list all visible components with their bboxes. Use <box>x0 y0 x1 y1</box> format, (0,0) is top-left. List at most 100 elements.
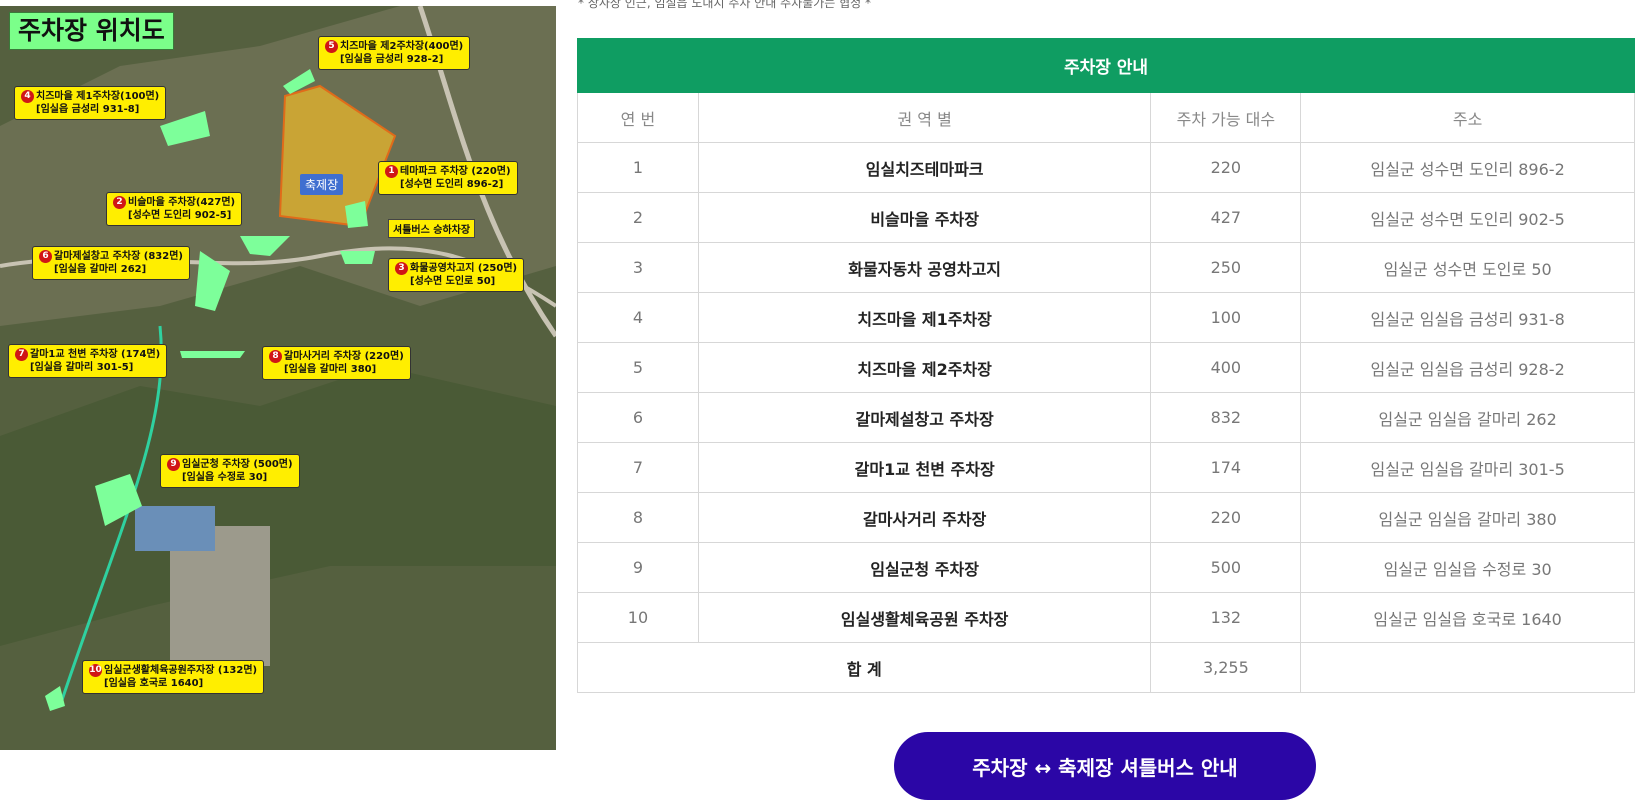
marker-number: 6 <box>39 250 52 263</box>
callout-address: [성수면 도인리 896-2] <box>400 179 504 190</box>
row-parking-name: 비슬마을 주차장 <box>697 192 1152 243</box>
map-callout: 6 갈마제설창고 주차장 (832면) [임실읍 갈마리 262] <box>32 246 190 280</box>
table-row: 2 비슬마을 주차장 427 임실군 성수면 도인리 902-5 <box>577 192 1635 243</box>
row-parking-name: 치즈마을 제2주차장 <box>697 342 1152 393</box>
row-number: 5 <box>577 342 699 393</box>
row-address: 임실군 성수면 도인리 896-2 <box>1300 142 1635 193</box>
table-row: 9 임실군청 주차장 500 임실군 임실읍 수정로 30 <box>577 542 1635 593</box>
column-header-capacity: 주차 가능 대수 <box>1150 92 1302 143</box>
row-parking-name: 임실치즈테마파크 <box>697 142 1152 193</box>
top-note: * 장사장 인근, 임실읍 도내지 주차 안내 주차불가는 협정 * <box>578 0 872 10</box>
callout-address: [임실읍 금성리 931-8] <box>36 104 140 115</box>
map-callout: 1 테마파크 주차장 (220면) [성수면 도인리 896-2] <box>378 161 518 195</box>
row-address: 임실군 임실읍 금성리 931-8 <box>1300 292 1635 343</box>
row-capacity: 400 <box>1150 342 1302 393</box>
table-row: 1 임실치즈테마파크 220 임실군 성수면 도인리 896-2 <box>577 142 1635 193</box>
row-parking-name: 임실생활체육공원 주차장 <box>697 592 1152 643</box>
map-callout: 8 갈마사거리 주차장 (220면) [임실읍 갈마리 380] <box>262 346 411 380</box>
row-address: 임실군 임실읍 갈마리 301-5 <box>1300 442 1635 493</box>
table-row: 8 갈마사거리 주차장 220 임실군 임실읍 갈마리 380 <box>577 492 1635 543</box>
parking-info-table: 주차장 안내 연 번 권 역 별 주차 가능 대수 주소 1 임실치즈테마파크 … <box>576 38 1635 693</box>
marker-number: 4 <box>21 90 34 103</box>
row-address: 임실군 임실읍 갈마리 262 <box>1300 392 1635 443</box>
row-capacity: 220 <box>1150 142 1302 193</box>
table-row: 10 임실생활체육공원 주차장 132 임실군 임실읍 호국로 1640 <box>577 592 1635 643</box>
callout-address: [임실읍 금성리 928-2] <box>340 54 444 65</box>
callout-name: 임실군생활체육공원주자장 (132면) <box>104 665 258 676</box>
callout-address: [임실읍 갈마리 301-5] <box>30 362 134 373</box>
row-capacity: 250 <box>1150 242 1302 293</box>
row-capacity: 132 <box>1150 592 1302 643</box>
callout-name: 테마파크 주차장 (220면) <box>400 166 511 177</box>
map-callout: 2 비슬마을 주차장(427면) [성수면 도인리 902-5] <box>106 192 243 226</box>
row-address: 임실군 성수면 도인리 902-5 <box>1300 192 1635 243</box>
row-number: 6 <box>577 392 699 443</box>
total-capacity: 3,255 <box>1150 642 1302 693</box>
row-number: 1 <box>577 142 699 193</box>
marker-number: 8 <box>269 350 282 363</box>
table-title: 주차장 안내 <box>577 38 1635 93</box>
row-capacity: 174 <box>1150 442 1302 493</box>
parking-location-map: 주차장 위치도 축제장 셔틀버스 승하차장 1 테마파크 주차장 (220면) [… <box>0 6 556 750</box>
callout-name: 갈마사거리 주차장 (220면) <box>284 351 404 362</box>
total-address-empty <box>1300 642 1635 693</box>
row-parking-name: 치즈마을 제1주차장 <box>697 292 1152 343</box>
map-callout: 3 화물공영차고지 (250면) [성수면 도인로 50] <box>388 258 525 292</box>
callout-name: 치즈마을 제1주차장(100면) <box>36 91 160 102</box>
table-row: 5 치즈마을 제2주차장 400 임실군 임실읍 금성리 928-2 <box>577 342 1635 393</box>
callout-address: [임실읍 호국로 1640] <box>104 678 204 689</box>
row-parking-name: 갈마사거리 주차장 <box>697 492 1152 543</box>
callout-name: 화물공영차고지 (250면) <box>410 263 518 274</box>
marker-number: 10 <box>89 664 102 677</box>
row-number: 8 <box>577 492 699 543</box>
marker-number: 2 <box>113 196 126 209</box>
callout-address: [임실읍 갈마리 262] <box>54 264 147 275</box>
row-number: 10 <box>577 592 699 643</box>
row-number: 3 <box>577 242 699 293</box>
row-address: 임실군 임실읍 갈마리 380 <box>1300 492 1635 543</box>
marker-number: 5 <box>325 40 338 53</box>
callout-address: [성수면 도인로 50] <box>410 276 496 287</box>
row-capacity: 220 <box>1150 492 1302 543</box>
row-capacity: 500 <box>1150 542 1302 593</box>
map-callout: 5 치즈마을 제2주차장(400면) [임실읍 금성리 928-2] <box>318 36 471 70</box>
callout-name: 갈마1교 천변 주차장 (174면) <box>30 349 161 360</box>
shuttle-stop-label: 셔틀버스 승하차장 <box>388 219 476 238</box>
map-callout: 10 임실군생활체육공원주자장 (132면) [임실읍 호국로 1640] <box>82 660 265 694</box>
row-address: 임실군 임실읍 호국로 1640 <box>1300 592 1635 643</box>
callout-address: [임실읍 수정로 30] <box>182 472 268 483</box>
map-title: 주차장 위치도 <box>9 12 174 50</box>
callout-address: [성수면 도인리 902-5] <box>128 210 232 221</box>
table-row: 4 치즈마을 제1주차장 100 임실군 임실읍 금성리 931-8 <box>577 292 1635 343</box>
map-callout: 9 임실군청 주차장 (500면) [임실읍 수정로 30] <box>160 454 300 488</box>
row-parking-name: 갈마1교 천변 주차장 <box>697 442 1152 493</box>
column-header-number: 연 번 <box>577 92 699 143</box>
table-total-row: 합 계 3,255 <box>576 642 1635 693</box>
column-header-zone: 권 역 별 <box>697 92 1152 143</box>
marker-number: 1 <box>385 165 398 178</box>
row-number: 7 <box>577 442 699 493</box>
table-row: 6 갈마제설창고 주차장 832 임실군 임실읍 갈마리 262 <box>577 392 1635 443</box>
shuttle-bus-info-button[interactable]: 주차장 ↔ 축제장 셔틀버스 안내 <box>894 732 1316 800</box>
row-capacity: 100 <box>1150 292 1302 343</box>
row-address: 임실군 성수면 도인로 50 <box>1300 242 1635 293</box>
row-parking-name: 화물자동차 공영차고지 <box>697 242 1152 293</box>
marker-number: 3 <box>395 262 408 275</box>
row-number: 2 <box>577 192 699 243</box>
callout-name: 임실군청 주차장 (500면) <box>182 459 293 470</box>
total-label: 합 계 <box>576 642 1152 693</box>
row-parking-name: 갈마제설창고 주차장 <box>697 392 1152 443</box>
row-number: 9 <box>577 542 699 593</box>
row-address: 임실군 임실읍 금성리 928-2 <box>1300 342 1635 393</box>
map-callout: 7 갈마1교 천변 주차장 (174면) [임실읍 갈마리 301-5] <box>8 344 168 378</box>
row-address: 임실군 임실읍 수정로 30 <box>1300 542 1635 593</box>
table-row: 3 화물자동차 공영차고지 250 임실군 성수면 도인로 50 <box>577 242 1635 293</box>
row-capacity: 427 <box>1150 192 1302 243</box>
map-callout: 4 치즈마을 제1주차장(100면) [임실읍 금성리 931-8] <box>14 86 167 120</box>
festival-site-label: 축제장 <box>300 174 344 195</box>
callout-address: [임실읍 갈마리 380] <box>284 364 377 375</box>
row-parking-name: 임실군청 주차장 <box>697 542 1152 593</box>
row-capacity: 832 <box>1150 392 1302 443</box>
marker-number: 9 <box>167 458 180 471</box>
column-header-address: 주소 <box>1300 92 1635 143</box>
